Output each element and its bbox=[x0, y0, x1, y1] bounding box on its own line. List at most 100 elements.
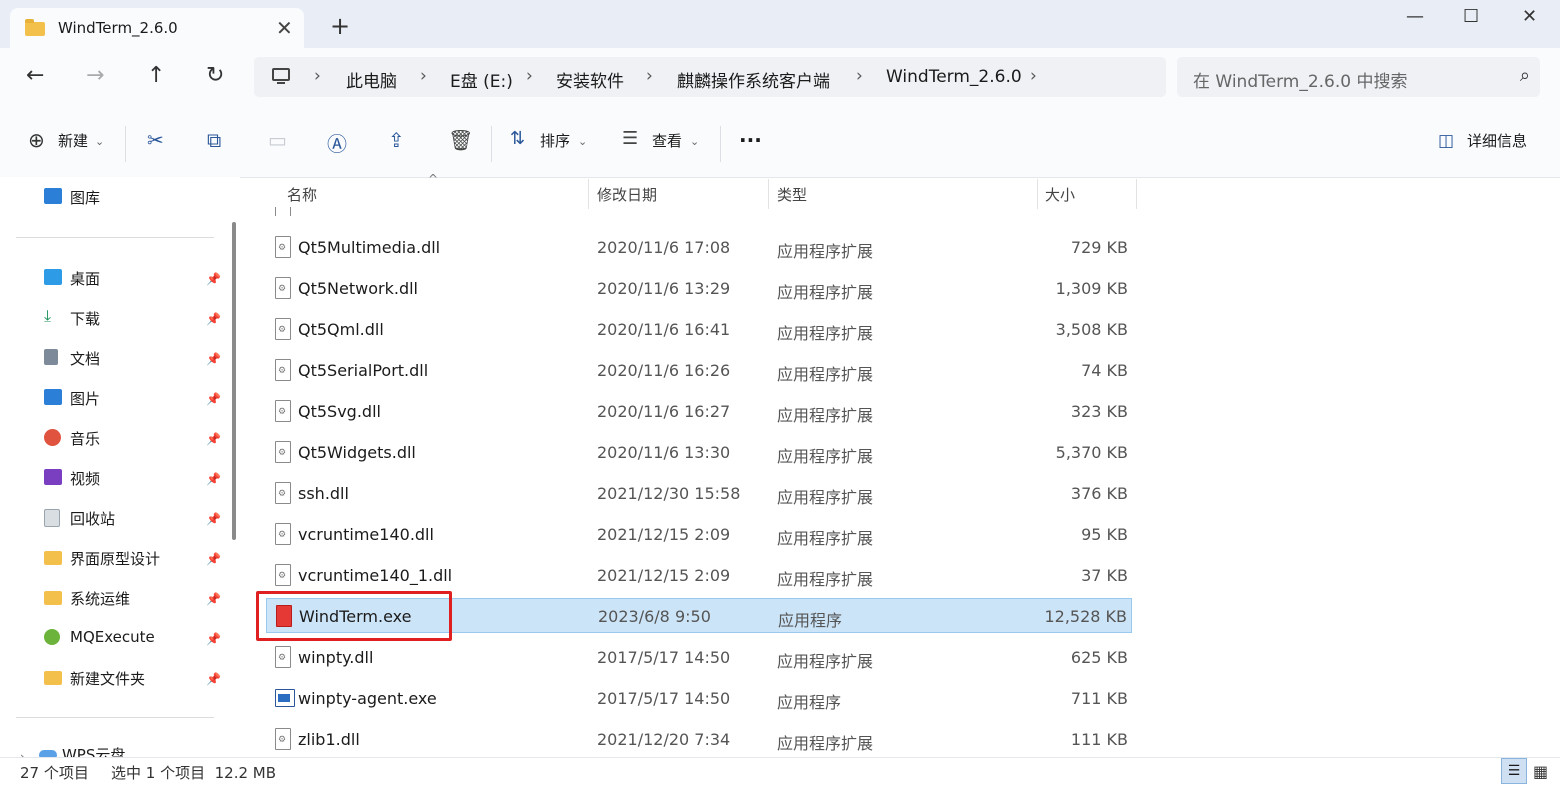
table-row[interactable]: Qt5Network.dll 2020/11/6 13:29 应用程序扩展 1,… bbox=[266, 269, 1132, 309]
toolbar-divider bbox=[125, 126, 126, 162]
file-type: 应用程序扩展 bbox=[777, 488, 874, 507]
details-button[interactable]: 详细信息 bbox=[1467, 130, 1527, 151]
breadcrumb-chevron[interactable]: › bbox=[1030, 66, 1037, 86]
rename-icon[interactable]: Ⓐ bbox=[327, 128, 347, 157]
table-row[interactable]: Qt5Widgets.dll 2020/11/6 13:30 应用程序扩展 5,… bbox=[266, 433, 1132, 473]
back-button[interactable]: ← bbox=[26, 63, 44, 88]
view-button[interactable]: 查看 bbox=[652, 130, 682, 151]
column-header-name[interactable]: 名称 bbox=[287, 184, 317, 205]
file-name: vcruntime140.dll bbox=[298, 525, 434, 544]
minimize-button[interactable]: — bbox=[1406, 6, 1424, 27]
sidebar-item-wps-cloud[interactable]: › WPS云盘 bbox=[20, 744, 220, 757]
file-name: Qt5Network.dll bbox=[298, 279, 418, 298]
table-row[interactable]: winpty.dll 2017/5/17 14:50 应用程序扩展 625 KB bbox=[266, 638, 1132, 678]
dll-file-icon bbox=[275, 482, 291, 504]
sidebar-item-label: 视频 bbox=[70, 470, 101, 488]
table-row[interactable]: Qt5Svg.dll 2020/11/6 16:27 应用程序扩展 323 KB bbox=[266, 392, 1132, 432]
breadcrumb-install-software[interactable]: 安装软件 bbox=[556, 67, 624, 92]
sidebar-scrollbar[interactable] bbox=[232, 222, 236, 540]
file-type: 应用程序扩展 bbox=[777, 570, 874, 589]
file-type: 应用程序扩展 bbox=[777, 365, 874, 384]
command-bar bbox=[0, 108, 1560, 178]
details-view-button[interactable]: ☰ bbox=[1501, 758, 1527, 784]
file-size: 1,309 KB bbox=[1055, 279, 1128, 298]
column-header-type[interactable]: 类型 bbox=[777, 184, 807, 205]
file-name: winpty-agent.exe bbox=[298, 689, 437, 708]
table-row[interactable]: Qt5Qml.dll 2020/11/6 16:41 应用程序扩展 3,508 … bbox=[266, 310, 1132, 350]
column-divider[interactable] bbox=[1037, 179, 1038, 209]
breadcrumb-this-pc[interactable]: 此电脑 bbox=[346, 67, 397, 92]
sidebar-item-label: 图片 bbox=[70, 390, 101, 408]
pin-icon: 📌 bbox=[206, 352, 221, 366]
view-icon: ☰ bbox=[622, 128, 639, 149]
sidebar-divider bbox=[16, 237, 214, 238]
file-name: Qt5Widgets.dll bbox=[298, 443, 416, 462]
close-window-button[interactable]: ✕ bbox=[1522, 6, 1537, 27]
tab-windterm[interactable]: WindTerm_2.6.0 ✕ bbox=[10, 8, 304, 48]
pin-icon: 📌 bbox=[206, 272, 221, 286]
file-date: 2020/11/6 16:27 bbox=[597, 402, 731, 421]
copy-icon[interactable]: ⧉ bbox=[207, 128, 221, 152]
pin-icon: 📌 bbox=[206, 392, 221, 406]
table-row[interactable]: Qt5Multimedia.dll 2020/11/6 17:08 应用程序扩展… bbox=[266, 228, 1132, 268]
breadcrumb-chevron[interactable]: › bbox=[420, 66, 427, 86]
file-type: 应用程序 bbox=[778, 611, 843, 630]
dll-file-icon bbox=[275, 646, 291, 668]
search-box[interactable]: 在 WindTerm_2.6.0 中搜索 ⌕ bbox=[1177, 57, 1540, 97]
file-type: 应用程序扩展 bbox=[777, 529, 874, 548]
file-name: Qt5SerialPort.dll bbox=[298, 361, 429, 380]
breadcrumb-e-drive[interactable]: E盘 (E:) bbox=[450, 67, 513, 92]
table-row[interactable]: winpty-agent.exe 2017/5/17 14:50 应用程序 71… bbox=[266, 679, 1132, 719]
forward-button[interactable]: → bbox=[86, 63, 104, 88]
recycle-bin-icon bbox=[44, 509, 60, 527]
file-size: 376 KB bbox=[1070, 484, 1128, 503]
table-row[interactable]: vcruntime140.dll 2021/12/15 2:09 应用程序扩展 … bbox=[266, 515, 1132, 555]
table-row[interactable]: ssh.dll 2021/12/30 15:58 应用程序扩展 376 KB bbox=[266, 474, 1132, 514]
file-size: 95 KB bbox=[1081, 525, 1128, 544]
sidebar-item-label: 文档 bbox=[70, 350, 101, 368]
sidebar-divider bbox=[16, 717, 214, 718]
computer-icon bbox=[272, 68, 290, 81]
up-button[interactable]: ↑ bbox=[147, 63, 165, 88]
tiles-view-button[interactable]: ▦ bbox=[1533, 762, 1548, 781]
breadcrumb-chevron[interactable]: › bbox=[526, 66, 533, 86]
sidebar-item-label: WPS云盘 bbox=[61, 746, 126, 757]
pin-icon: 📌 bbox=[206, 592, 221, 606]
dll-file-icon bbox=[275, 400, 291, 422]
column-header-date[interactable]: 修改日期 bbox=[597, 184, 657, 205]
search-input[interactable]: 在 WindTerm_2.6.0 中搜索 bbox=[1193, 67, 1408, 92]
dll-file-icon bbox=[275, 318, 291, 340]
file-name: zlib1.dll bbox=[298, 730, 360, 749]
breadcrumb-chevron[interactable]: › bbox=[314, 66, 321, 86]
breadcrumb-windterm[interactable]: WindTerm_2.6.0 bbox=[886, 67, 1022, 87]
maximize-button[interactable]: ☐ bbox=[1463, 6, 1479, 27]
new-tab-button[interactable]: + bbox=[330, 12, 350, 40]
file-type: 应用程序扩展 bbox=[777, 447, 874, 466]
table-row[interactable]: Qt5SerialPort.dll 2020/11/6 16:26 应用程序扩展… bbox=[266, 351, 1132, 391]
refresh-button[interactable]: ↻ bbox=[206, 63, 224, 88]
new-button[interactable]: 新建 bbox=[58, 130, 88, 151]
table-row-partial[interactable] bbox=[266, 207, 1132, 216]
tab-close-button[interactable]: ✕ bbox=[276, 16, 293, 40]
column-header-size[interactable]: 大小 bbox=[1045, 184, 1075, 205]
breadcrumb-kylin-client[interactable]: 麒麟操作系统客户端 bbox=[677, 67, 830, 92]
paste-icon[interactable]: ▭ bbox=[268, 128, 287, 152]
delete-icon[interactable]: 🗑 bbox=[448, 128, 473, 152]
column-divider[interactable] bbox=[768, 179, 769, 209]
file-date: 2020/11/6 16:26 bbox=[597, 361, 731, 380]
toolbar-divider bbox=[720, 126, 721, 162]
sort-button[interactable]: 排序 bbox=[540, 130, 570, 151]
folder-icon bbox=[44, 591, 62, 605]
pin-icon: 📌 bbox=[206, 632, 221, 646]
table-row[interactable]: vcruntime140_1.dll 2021/12/15 2:09 应用程序扩… bbox=[266, 556, 1132, 596]
share-icon[interactable]: ⇪ bbox=[388, 128, 405, 152]
file-date: 2017/5/17 14:50 bbox=[597, 689, 731, 708]
breadcrumb-chevron[interactable]: › bbox=[646, 66, 653, 86]
breadcrumb-chevron[interactable]: › bbox=[856, 66, 863, 86]
sidebar-item-label: 回收站 bbox=[70, 510, 116, 528]
more-options-button[interactable]: ··· bbox=[739, 128, 762, 152]
pin-icon: 📌 bbox=[206, 552, 221, 566]
column-divider[interactable] bbox=[588, 179, 589, 209]
table-row[interactable]: zlib1.dll 2021/12/20 7:34 应用程序扩展 111 KB bbox=[266, 720, 1132, 757]
cut-icon[interactable]: ✂ bbox=[147, 128, 164, 152]
